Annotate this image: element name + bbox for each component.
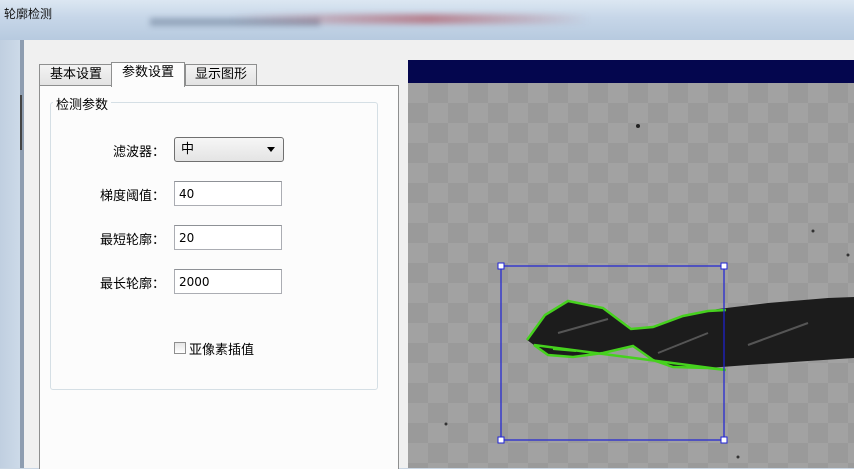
subpixel-checkbox[interactable] [174, 342, 186, 354]
dialog-client-area: 基本设置 参数设置 显示图形 检测参数 滤波器： 中 梯度阈值： 40 最短轮廓… [24, 40, 854, 469]
filter-select-value: 中 [181, 142, 195, 157]
filter-label: 滤波器： [112, 145, 165, 160]
group-title: 检测参数 [53, 94, 112, 113]
image-viewer[interactable] [408, 60, 854, 468]
speck [636, 124, 640, 128]
left-frame [0, 40, 24, 468]
roi-handle-top-left[interactable] [497, 262, 505, 270]
overlay-graphics [444, 124, 854, 459]
viewer-header-bar [408, 60, 854, 83]
min-contour-input[interactable]: 20 [174, 225, 282, 250]
tab-parameter-settings[interactable]: 参数设置 [111, 62, 185, 87]
min-contour-label: 最短轮廓： [99, 233, 165, 248]
speck [736, 455, 740, 459]
speck [444, 422, 448, 426]
left-frame-mark [20, 95, 22, 150]
tab-basic-settings[interactable]: 基本设置 [39, 64, 113, 85]
speck [811, 229, 815, 233]
window-title: 轮廓检测 [4, 7, 53, 21]
tab-display-graphics[interactable]: 显示图形 [185, 64, 257, 85]
titlebar-blur-decoration-red [230, 14, 590, 24]
speck [846, 253, 850, 257]
gradient-threshold-label: 梯度阈值： [99, 189, 165, 204]
gradient-threshold-input[interactable]: 40 [174, 181, 282, 206]
window-titlebar[interactable]: 轮廓检测 [0, 0, 854, 40]
max-contour-input[interactable]: 2000 [174, 269, 282, 294]
subpixel-label[interactable]: 亚像素插值 [189, 339, 254, 358]
chevron-down-icon [267, 147, 275, 152]
max-contour-label: 最长轮廓： [99, 277, 165, 292]
filter-select[interactable]: 中 [174, 137, 284, 162]
roi-handle-bottom-right[interactable] [720, 436, 728, 444]
parameter-settings-panel: 检测参数 滤波器： 中 梯度阈值： 40 最短轮廓： 20 最长轮廓： 2000… [39, 85, 399, 469]
roi-handle-bottom-left[interactable] [497, 436, 505, 444]
roi-handle-top-right[interactable] [720, 262, 728, 270]
